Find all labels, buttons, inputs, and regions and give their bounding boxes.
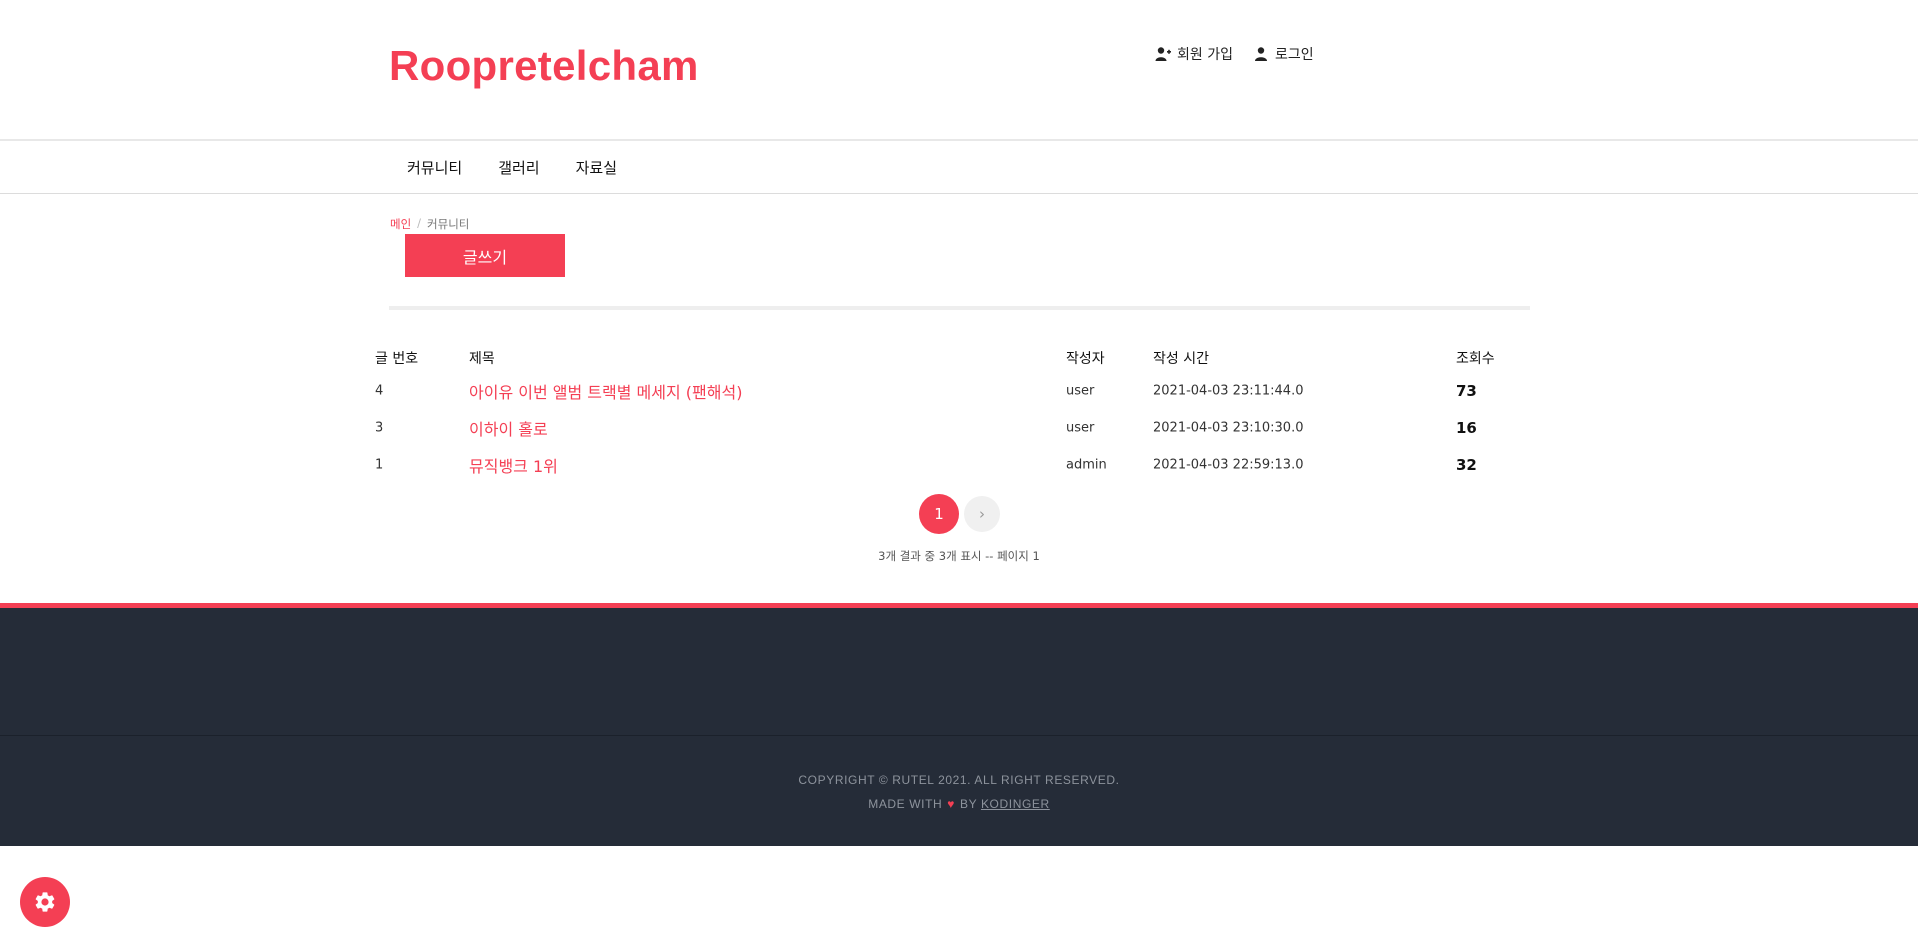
post-title-link[interactable]: 뮤직뱅크 1위 bbox=[469, 453, 558, 477]
post-views: 16 bbox=[1456, 418, 1477, 437]
nav-item-archive[interactable]: 자료실 bbox=[558, 157, 635, 178]
nav-item-community[interactable]: 커뮤니티 bbox=[389, 157, 480, 178]
settings-button[interactable] bbox=[20, 877, 70, 927]
pagination: 1 › bbox=[919, 494, 1000, 534]
header-author: 작성자 bbox=[1066, 351, 1105, 367]
post-author: user bbox=[1066, 383, 1095, 398]
site-logo[interactable]: Roopretelcham bbox=[389, 42, 699, 90]
login-link[interactable]: 로그인 bbox=[1253, 44, 1314, 64]
post-table: 글 번호 제목 작성자 작성 시간 조회수 4 아이유 이번 앨범 트랙별 메세… bbox=[375, 344, 1530, 483]
site-header: Roopretelcham 회원 가입 로그인 bbox=[0, 0, 1918, 139]
signup-link[interactable]: 회원 가입 bbox=[1155, 44, 1233, 64]
copyright-text: COPYRIGHT © RUTEL 2021. ALL RIGHT RESERV… bbox=[798, 773, 1120, 787]
main-nav: 커뮤니티 갤러리 자료실 bbox=[0, 139, 1918, 194]
gear-icon bbox=[35, 892, 55, 912]
post-title-link[interactable]: 이하이 홀로 bbox=[469, 416, 548, 440]
login-label: 로그인 bbox=[1274, 47, 1314, 63]
table-row: 1 뮤직뱅크 1위 admin 2021-04-03 22:59:13.0 32 bbox=[375, 446, 1530, 483]
heart-icon: ♥ bbox=[947, 797, 956, 811]
result-count-text: 3개 결과 중 3개 표시 -- 페이지 1 bbox=[878, 549, 1040, 563]
kodinger-link[interactable]: KODINGER bbox=[981, 797, 1050, 811]
page-button-current[interactable]: 1 bbox=[919, 494, 959, 534]
nav-item-gallery[interactable]: 갤러리 bbox=[480, 157, 557, 178]
table-header: 글 번호 제목 작성자 작성 시간 조회수 bbox=[375, 344, 1530, 372]
header-time: 작성 시간 bbox=[1153, 351, 1209, 367]
breadcrumb-home[interactable]: 메인 bbox=[390, 216, 411, 232]
table-row: 3 이하이 홀로 user 2021-04-03 23:10:30.0 16 bbox=[375, 409, 1530, 446]
breadcrumb-current: 커뮤니티 bbox=[427, 217, 470, 231]
post-time: 2021-04-03 22:59:13.0 bbox=[1153, 457, 1304, 472]
made-with-credit: MADE WITH ♥ BY KODINGER bbox=[0, 797, 1918, 811]
signup-label: 회원 가입 bbox=[1177, 47, 1233, 63]
next-page-button[interactable]: › bbox=[964, 496, 1000, 532]
post-views: 32 bbox=[1456, 455, 1477, 474]
post-views: 73 bbox=[1456, 381, 1477, 400]
content-divider bbox=[389, 306, 1530, 310]
post-title-link[interactable]: 아이유 이번 앨범 트랙별 메세지 (팬해석) bbox=[469, 379, 742, 403]
user-plus-icon bbox=[1155, 47, 1171, 61]
post-author: admin bbox=[1066, 457, 1107, 472]
table-row: 4 아이유 이번 앨범 트랙별 메세지 (팬해석) user 2021-04-0… bbox=[375, 372, 1530, 409]
post-num: 1 bbox=[375, 457, 384, 472]
post-num: 3 bbox=[375, 420, 384, 435]
header-title: 제목 bbox=[469, 351, 495, 367]
user-icon bbox=[1254, 47, 1267, 61]
post-time: 2021-04-03 23:10:30.0 bbox=[1153, 420, 1304, 435]
account-links: 회원 가입 로그인 bbox=[1155, 44, 1314, 64]
nav-items: 커뮤니티 갤러리 자료실 bbox=[389, 141, 635, 194]
post-time: 2021-04-03 23:11:44.0 bbox=[1153, 383, 1304, 398]
made-with-label: MADE WITH bbox=[868, 797, 943, 811]
by-label: BY bbox=[960, 797, 978, 811]
post-author: user bbox=[1066, 420, 1095, 435]
breadcrumb-separator: / bbox=[417, 216, 422, 230]
header-views: 조회수 bbox=[1456, 351, 1495, 367]
breadcrumb: 메인 / 커뮤니티 bbox=[390, 216, 469, 232]
site-footer: COPYRIGHT © RUTEL 2021. ALL RIGHT RESERV… bbox=[0, 603, 1918, 846]
post-num: 4 bbox=[375, 383, 384, 398]
write-post-button[interactable]: 글쓰기 bbox=[405, 234, 565, 277]
footer-divider bbox=[0, 735, 1918, 736]
header-num: 글 번호 bbox=[375, 351, 419, 367]
chevron-right-icon: › bbox=[979, 505, 985, 523]
